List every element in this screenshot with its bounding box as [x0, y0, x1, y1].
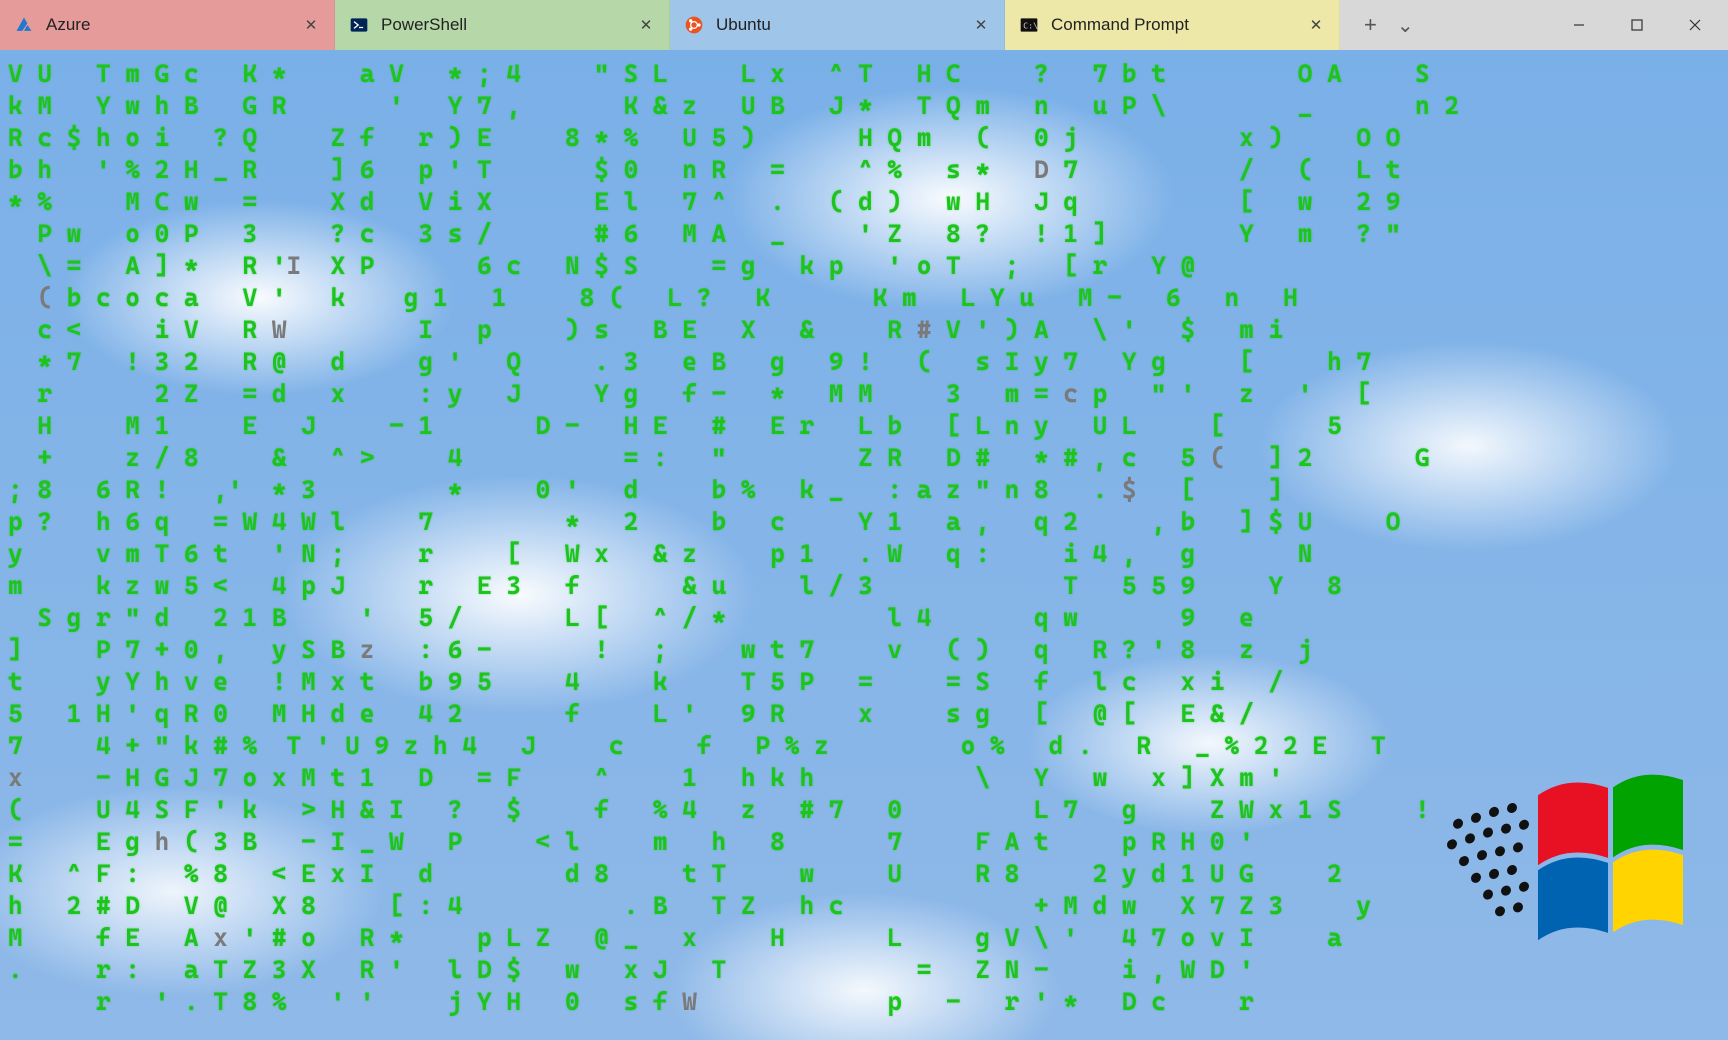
titlebar-right: + ⌄: [1340, 0, 1728, 50]
tab-label: Command Prompt: [1051, 15, 1295, 35]
maximize-button[interactable]: [1608, 0, 1666, 50]
tab-azure[interactable]: Azure ✕: [0, 0, 335, 50]
windows-classic-logo-icon: [1398, 770, 1698, 1010]
close-icon[interactable]: ✕: [1307, 16, 1325, 34]
powershell-icon: [349, 15, 369, 35]
tab-label: Azure: [46, 15, 290, 35]
close-icon[interactable]: ✕: [972, 16, 990, 34]
svg-text:C:\: C:\: [1023, 20, 1038, 30]
close-icon[interactable]: ✕: [637, 16, 655, 34]
minimize-button[interactable]: [1550, 0, 1608, 50]
tab-powershell[interactable]: PowerShell ✕: [335, 0, 670, 50]
tab-label: PowerShell: [381, 15, 625, 35]
tab-label: Ubuntu: [716, 15, 960, 35]
tab-command-prompt[interactable]: C:\ Command Prompt ✕: [1005, 0, 1340, 50]
close-icon[interactable]: ✕: [302, 16, 320, 34]
ubuntu-icon: [684, 15, 704, 35]
cmd-icon: C:\: [1019, 15, 1039, 35]
new-tab-button[interactable]: +: [1364, 12, 1377, 38]
tab-dropdown-button[interactable]: ⌄: [1397, 13, 1414, 38]
titlebar: Azure ✕ PowerShell ✕ Ubuntu ✕ C:\ Comman…: [0, 0, 1728, 50]
tab-ubuntu[interactable]: Ubuntu ✕: [670, 0, 1005, 50]
terminal-viewport[interactable]: V U T m G c K * a V * ; 4 " S L L x ^ T …: [0, 50, 1728, 1040]
cmatrix-output: V U T m G c K * a V * ; 4 " S L L x ^ T …: [8, 58, 1459, 1018]
azure-icon: [14, 15, 34, 35]
close-window-button[interactable]: [1666, 0, 1724, 50]
